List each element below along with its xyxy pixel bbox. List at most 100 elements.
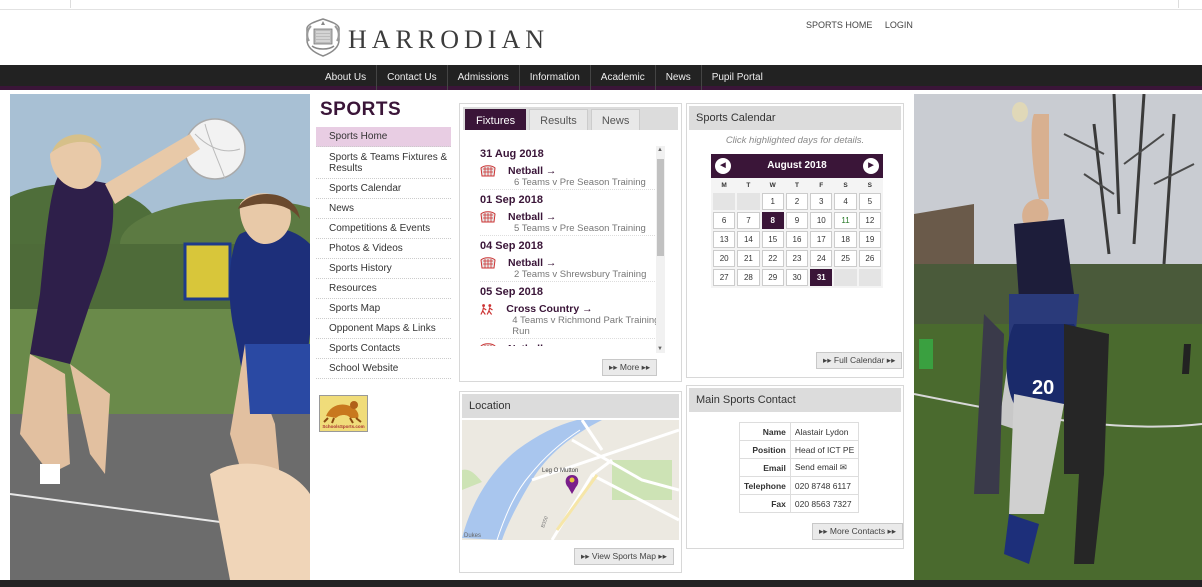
calendar-day[interactable]: 17 <box>810 231 833 248</box>
nav-item-academic[interactable]: Academic <box>591 65 655 90</box>
sidebar-item-news[interactable]: News <box>316 199 451 219</box>
calendar-day[interactable]: 12 <box>858 212 881 229</box>
tab-news[interactable]: News <box>590 109 641 130</box>
calendar-day[interactable]: 19 <box>858 231 881 248</box>
calendar-day[interactable]: 6 <box>713 212 736 229</box>
calendar-month-header: ◀ August 2018 ▶ <box>711 154 883 178</box>
rugby-photo: 20 <box>914 94 1202 580</box>
fixture-sport-link[interactable]: Netball → <box>508 257 646 269</box>
nav-item-news[interactable]: News <box>656 65 701 90</box>
contact-row-fax: Fax 020 8563 7327 <box>739 494 860 513</box>
calendar-weekday-row: MTWTFSS <box>713 180 881 191</box>
calendar-day[interactable]: 24 <box>810 250 833 267</box>
schoolsports-badge[interactable]: SchoolsSports.com <box>319 395 368 432</box>
nav-item-admissions[interactable]: Admissions <box>448 65 519 90</box>
fixture-row[interactable]: Cross Country → 4 Teams v Richmond Park T… <box>480 303 661 339</box>
calendar-day[interactable]: 30 <box>785 269 809 286</box>
more-fixtures-button[interactable]: ▸▸ More ▸▸ <box>602 359 658 376</box>
fixture-row[interactable]: Netball → 5 Teams v Pre Season Training <box>480 211 661 236</box>
nav-item-pupil-portal[interactable]: Pupil Portal <box>702 65 773 90</box>
tab-fixtures[interactable]: Fixtures <box>465 109 527 130</box>
fixture-row[interactable]: Netball → 2 Teams v Shrewsbury Training <box>480 257 661 282</box>
fixture-text: Netball → 6 Teams v Pre Season Training <box>508 165 646 188</box>
calendar-day[interactable]: 27 <box>713 269 736 286</box>
sidebar-item-sports-contacts[interactable]: Sports Contacts <box>316 339 451 359</box>
scroll-up-icon[interactable]: ▲ <box>657 147 663 153</box>
calendar-day[interactable]: 8 <box>761 212 784 229</box>
fixture-sport-link[interactable]: Netball → <box>508 343 556 346</box>
calendar-week-row: 12345 <box>713 193 881 210</box>
calendar-hint: Click highlighted days for details. <box>725 135 865 146</box>
fixture-sport-link[interactable]: Netball → <box>508 165 646 177</box>
fixture-text: Netball → 5 Teams v Pre Season Training <box>508 211 646 234</box>
calendar-day[interactable]: 15 <box>761 231 784 248</box>
fixture-date: 01 Sep 2018 <box>480 194 543 206</box>
next-month-icon[interactable]: ▶ <box>863 158 879 174</box>
fixture-detail: 6 Teams v Pre Season Training <box>514 177 646 188</box>
calendar-day[interactable]: 28 <box>737 269 760 286</box>
scroll-down-icon[interactable]: ▼ <box>657 346 663 352</box>
sports-home-link[interactable]: SPORTS HOME <box>806 20 872 30</box>
sports-calendar-panel: Sports Calendar Click highlighted days f… <box>686 103 904 378</box>
sidebar-item-sports-map[interactable]: Sports Map <box>316 299 451 319</box>
calendar-empty-cell <box>737 193 760 210</box>
calendar-day[interactable]: 13 <box>713 231 736 248</box>
calendar-day[interactable]: 7 <box>737 212 760 229</box>
strip-tick-right <box>1178 0 1179 8</box>
calendar-day[interactable]: 2 <box>785 193 809 210</box>
sidebar-item-school-website[interactable]: School Website <box>316 359 451 379</box>
calendar-day[interactable]: 16 <box>785 231 809 248</box>
calendar-day[interactable]: 4 <box>834 193 857 210</box>
sidebar-item-sports-calendar[interactable]: Sports Calendar <box>316 179 451 199</box>
login-link[interactable]: LOGIN <box>885 20 913 30</box>
main-navbar: About Us Contact Us Admissions Information A… <box>0 65 1202 90</box>
calendar-day[interactable]: 23 <box>785 250 809 267</box>
calendar-month: August 2018 <box>767 160 827 171</box>
sidebar-item-competitions-and-events[interactable]: Competitions & Events <box>316 219 451 239</box>
calendar-day[interactable]: 31 <box>810 269 833 286</box>
view-sports-map-button[interactable]: ▸▸ View Sports Map ▸▸ <box>574 548 674 565</box>
calendar-day[interactable]: 20 <box>713 250 736 267</box>
calendar-day[interactable]: 14 <box>737 231 760 248</box>
fixture-row[interactable]: Netball → <box>480 343 661 346</box>
fixture-sport-link[interactable]: Netball → <box>508 211 646 223</box>
nav-item-information[interactable]: Information <box>520 65 590 90</box>
sidebar-item-sports-and-teams-fixtures-and-results[interactable]: Sports & Teams Fixtures & Results <box>316 147 451 179</box>
calendar-day[interactable]: 10 <box>810 212 833 229</box>
calendar-day[interactable]: 26 <box>858 250 881 267</box>
tab-results[interactable]: Results <box>529 109 588 130</box>
calendar-day[interactable]: 21 <box>737 250 760 267</box>
sidebar-item-resources[interactable]: Resources <box>316 279 451 299</box>
weekday-label: M <box>721 182 727 189</box>
fixtures-scrollbar[interactable]: ▲ ▼ <box>656 146 665 353</box>
location-map[interactable]: Leg O Mutton Dukes B350 <box>462 420 679 540</box>
prev-month-icon[interactable]: ◀ <box>715 158 731 174</box>
scroll-thumb[interactable] <box>657 159 664 256</box>
full-calendar-button[interactable]: ▸▸ Full Calendar ▸▸ <box>816 352 903 369</box>
calendar-day[interactable]: 18 <box>834 231 857 248</box>
calendar-day[interactable]: 1 <box>761 193 784 210</box>
sidebar-item-sports-history[interactable]: Sports History <box>316 259 451 279</box>
calendar-week-row: 20 21 22 23 24 25 26 <box>713 250 881 267</box>
contact-value: Alastair Lydon <box>789 422 860 441</box>
calendar-day[interactable]: 5 <box>858 193 881 210</box>
contact-key: Name <box>739 422 791 441</box>
fixture-row[interactable]: Netball → 6 Teams v Pre Season Training <box>480 165 661 190</box>
calendar-day[interactable]: 9 <box>785 212 809 229</box>
site-logo[interactable]: HARRODIAN <box>302 16 549 58</box>
calendar-day[interactable]: 25 <box>834 250 857 267</box>
calendar-day[interactable]: 3 <box>810 193 833 210</box>
sidebar-item-photos-and-videos[interactable]: Photos & Videos <box>316 239 451 259</box>
more-contacts-button[interactable]: ▸▸ More Contacts ▸▸ <box>812 523 904 540</box>
sidebar-item-sports-home[interactable]: Sports Home <box>316 127 451 147</box>
calendar-day[interactable]: 11 <box>834 212 857 229</box>
contact-value[interactable]: Send email ✉ <box>789 458 860 477</box>
sidebar-item-opponent-maps-and-links[interactable]: Opponent Maps & Links <box>316 319 451 339</box>
calendar-day[interactable]: 22 <box>761 250 784 267</box>
sports-sidebar: SPORTS Sports Home Sports & Teams Fixture… <box>316 99 451 432</box>
nav-item-about-us[interactable]: About Us <box>315 65 376 90</box>
calendar-day[interactable]: 29 <box>761 269 784 286</box>
fixture-sport-link[interactable]: Cross Country → <box>506 303 661 315</box>
netball-icon <box>480 211 496 223</box>
nav-item-contact-us[interactable]: Contact Us <box>377 65 446 90</box>
